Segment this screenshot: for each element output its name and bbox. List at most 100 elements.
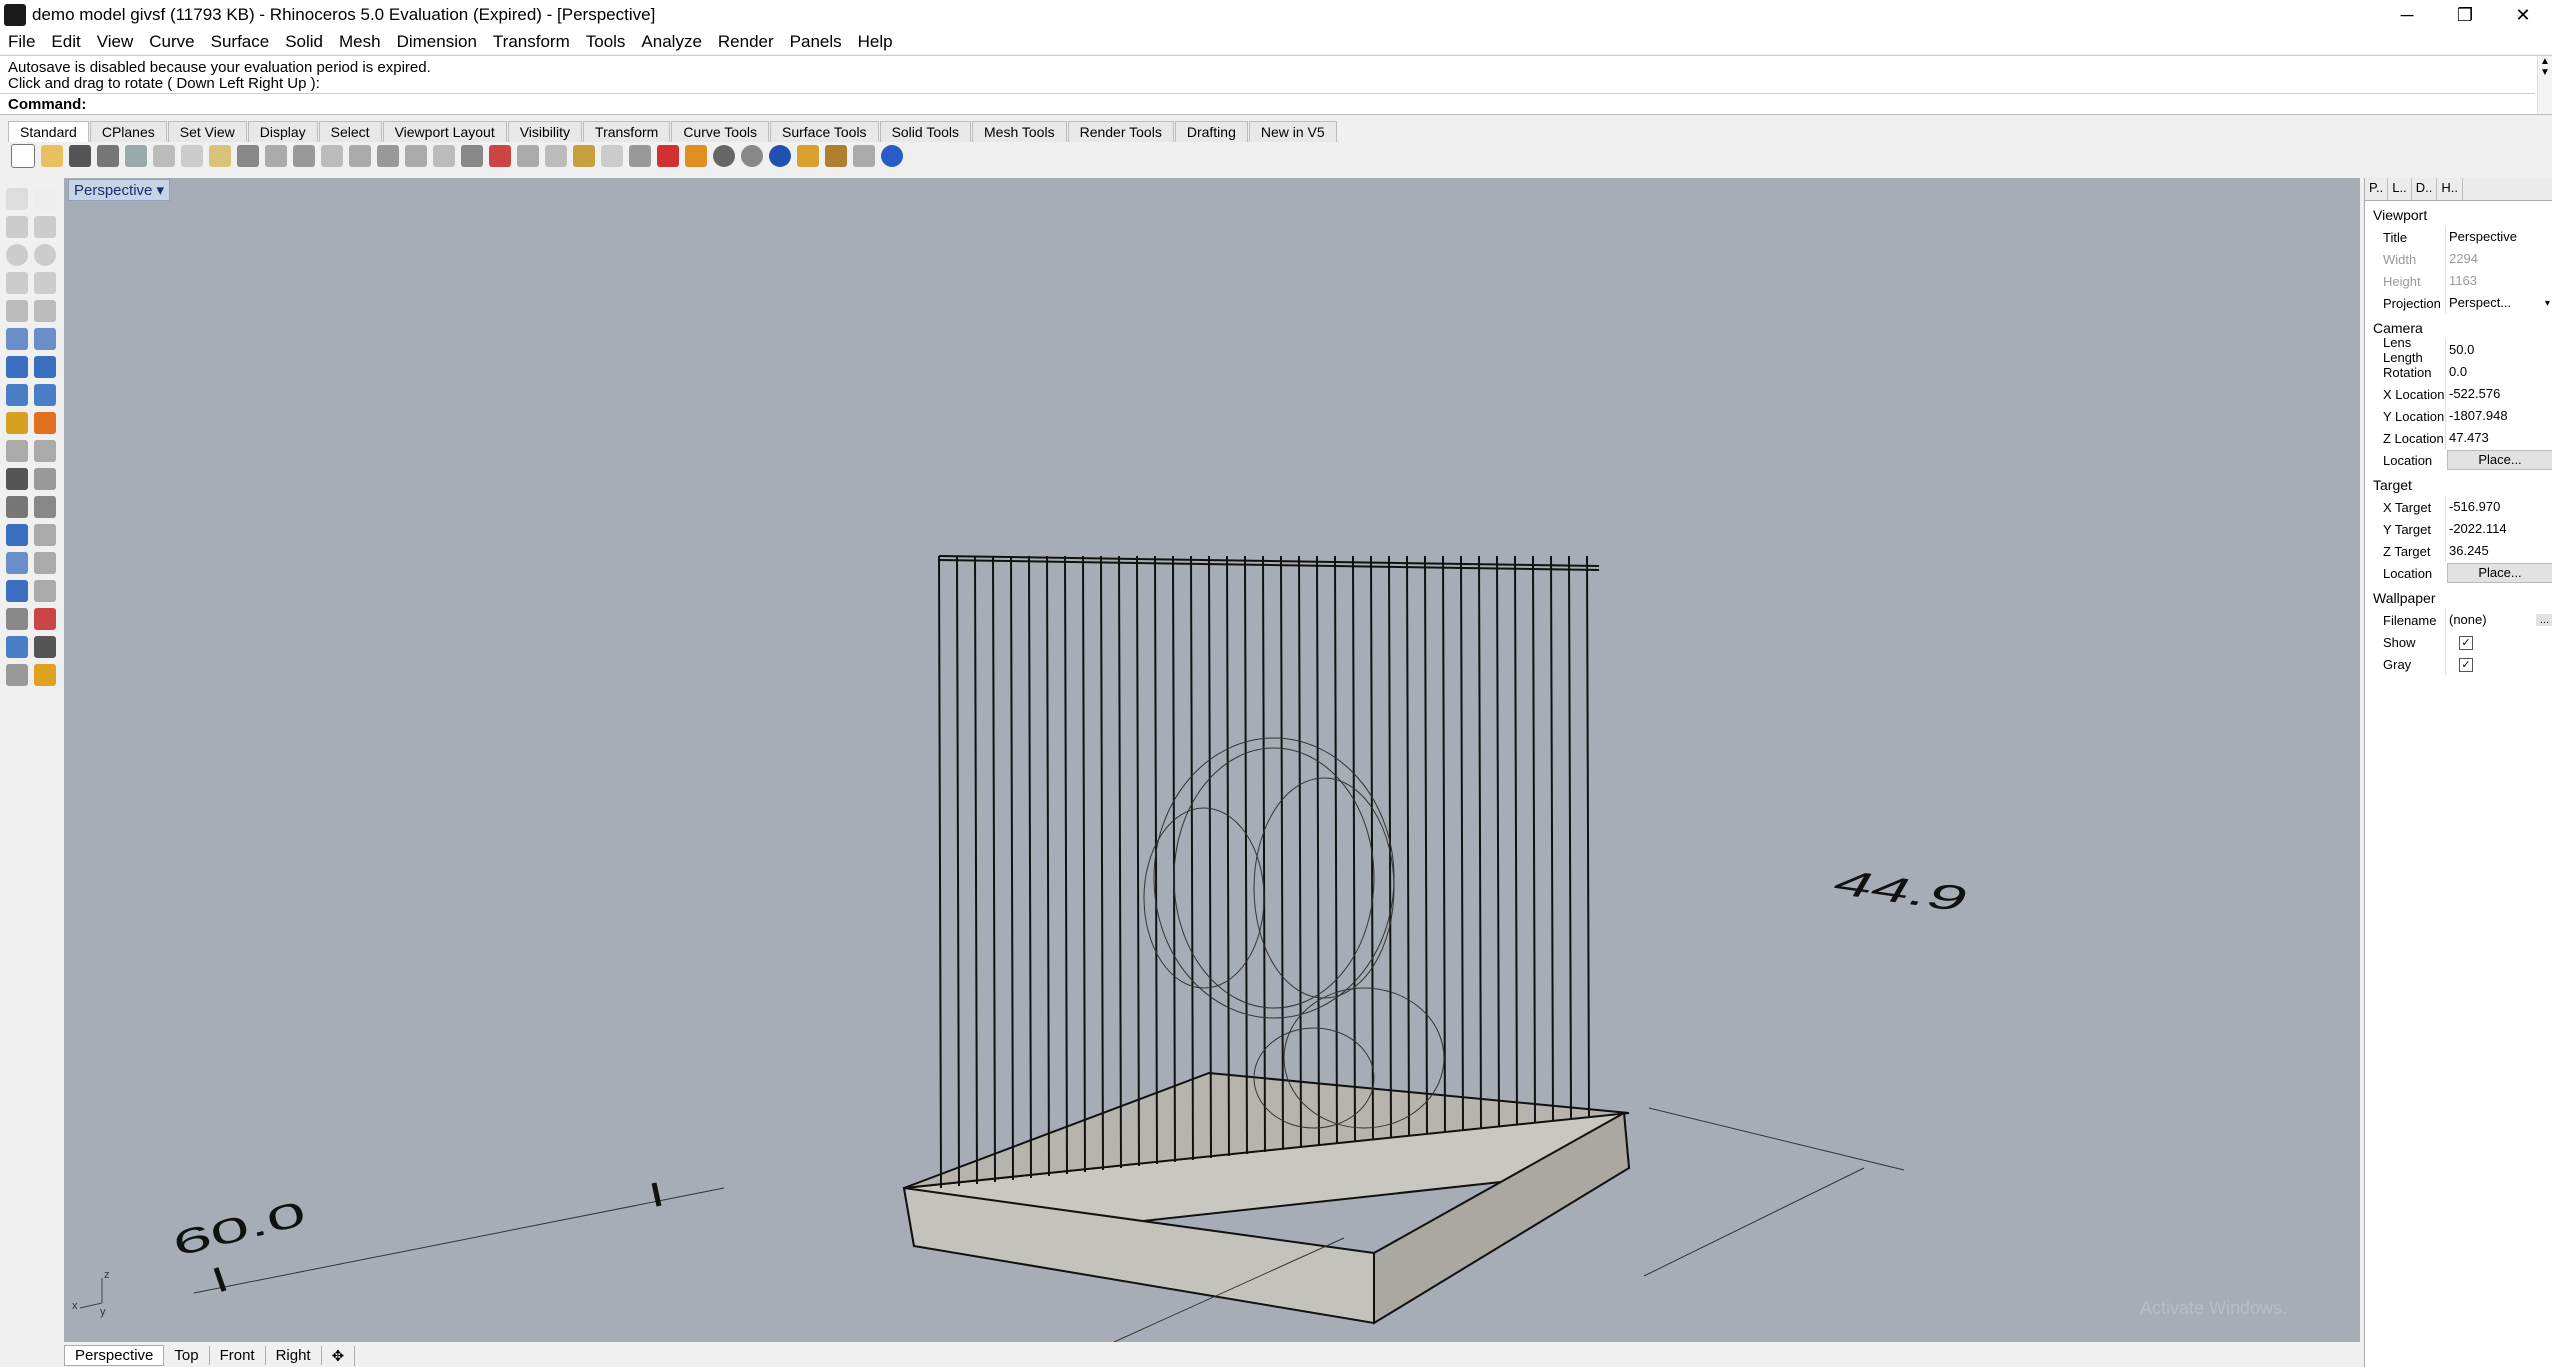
pan-icon[interactable] [265, 145, 287, 167]
menu-file[interactable]: File [0, 32, 43, 52]
polyline-icon[interactable] [6, 216, 28, 238]
properties-icon[interactable] [6, 636, 28, 658]
rotate-view-icon[interactable] [293, 145, 315, 167]
menu-panels[interactable]: Panels [782, 32, 850, 52]
select-all-icon[interactable] [573, 145, 595, 167]
ellipse-icon[interactable] [34, 244, 56, 266]
surface-icon[interactable] [6, 328, 28, 350]
tab-surface-tools[interactable]: Surface Tools [769, 121, 879, 142]
chevron-down-icon[interactable]: ▾ [2542, 298, 2552, 309]
render-tools-icon[interactable] [6, 664, 28, 686]
menu-solid[interactable]: Solid [277, 32, 331, 52]
shaded-sphere-icon[interactable] [713, 145, 735, 167]
menu-help[interactable]: Help [850, 32, 901, 52]
light-icon[interactable] [601, 145, 623, 167]
show-checkbox[interactable]: ✓ [2459, 636, 2473, 650]
save-icon[interactable] [69, 145, 91, 167]
new-file-icon[interactable] [11, 144, 35, 168]
tab-curve-tools[interactable]: Curve Tools [671, 121, 769, 142]
color-wheel-icon[interactable] [685, 145, 707, 167]
analyze-icon[interactable] [34, 608, 56, 630]
tab-cplanes[interactable]: CPlanes [89, 121, 167, 142]
browse-button[interactable]: ... [2535, 614, 2552, 626]
extrude-icon[interactable] [6, 384, 28, 406]
grid-array-icon[interactable] [6, 608, 28, 630]
open-file-icon[interactable] [41, 145, 63, 167]
tab-select[interactable]: Select [318, 121, 382, 142]
explode-icon[interactable] [34, 412, 56, 434]
block-icon[interactable] [6, 580, 28, 602]
cut-icon[interactable] [153, 145, 175, 167]
mesh-icon[interactable] [34, 384, 56, 406]
zoom-window-icon[interactable] [349, 145, 371, 167]
perspective-viewport[interactable]: Perspective ▾ 60.0 44.9 z x y [64, 178, 2360, 1342]
z-location-field[interactable]: 47.473 [2445, 427, 2552, 449]
rectangle-icon[interactable] [34, 272, 56, 294]
projection-dropdown[interactable]: Perspect... [2445, 292, 2542, 314]
render-icon[interactable] [769, 145, 791, 167]
tab-display[interactable]: Display [247, 121, 318, 142]
osnap-icon[interactable] [545, 145, 567, 167]
options-gear-icon[interactable] [825, 145, 847, 167]
move-icon[interactable] [34, 496, 56, 518]
scale-icon[interactable] [34, 524, 56, 546]
filename-field[interactable]: (none) [2445, 609, 2536, 631]
menu-edit[interactable]: Edit [43, 32, 88, 52]
menu-transform[interactable]: Transform [485, 32, 578, 52]
undo-icon[interactable] [237, 145, 259, 167]
close-button[interactable]: ✕ [2494, 0, 2552, 30]
tab-transform[interactable]: Transform [583, 121, 671, 142]
light-tools-icon[interactable] [34, 664, 56, 686]
tab-render-tools[interactable]: Render Tools [1067, 121, 1174, 142]
loft-icon[interactable] [34, 328, 56, 350]
add-viewport-icon[interactable]: ✥ [322, 1345, 356, 1366]
lock-icon[interactable] [629, 145, 651, 167]
boolean-union-icon[interactable] [6, 412, 28, 434]
grid-snap-icon[interactable] [517, 145, 539, 167]
rotation-field[interactable]: 0.0 [2445, 361, 2552, 383]
tab-set-view[interactable]: Set View [167, 121, 247, 142]
camera-place-button[interactable]: Place... [2447, 450, 2552, 470]
help-icon[interactable] [881, 145, 903, 167]
tab-layers[interactable]: L.. [2388, 178, 2412, 200]
menu-mesh[interactable]: Mesh [331, 32, 389, 52]
tab-top[interactable]: Top [164, 1346, 210, 1365]
arc-icon[interactable] [6, 300, 28, 322]
tab-help[interactable]: H.. [2437, 178, 2463, 200]
tab-front[interactable]: Front [210, 1346, 266, 1365]
zoom-extents-icon[interactable] [377, 145, 399, 167]
command-scrollbar[interactable]: ▲ ▼ [2537, 56, 2552, 114]
y-target-field[interactable]: -2022.114 [2445, 518, 2552, 540]
tab-properties[interactable]: P.. [2365, 178, 2389, 200]
copy-icon[interactable] [181, 145, 203, 167]
menu-surface[interactable]: Surface [203, 32, 278, 52]
filter-icon[interactable] [853, 145, 875, 167]
paste-icon[interactable] [209, 145, 231, 167]
tab-visibility[interactable]: Visibility [507, 121, 583, 142]
tab-viewport-layout[interactable]: Viewport Layout [382, 121, 507, 142]
gray-checkbox[interactable]: ✓ [2459, 658, 2473, 672]
sphere-icon[interactable] [34, 356, 56, 378]
tab-mesh-tools[interactable]: Mesh Tools [972, 121, 1067, 142]
undo-view-icon[interactable] [433, 145, 455, 167]
material-icon[interactable] [797, 145, 819, 167]
check-icon[interactable] [34, 636, 56, 658]
four-view-icon[interactable] [461, 145, 483, 167]
mirror-icon[interactable] [34, 552, 56, 574]
x-target-field[interactable]: -516.970 [2445, 496, 2552, 518]
box-icon[interactable] [6, 356, 28, 378]
rendered-sphere-icon[interactable] [741, 145, 763, 167]
menu-curve[interactable]: Curve [141, 32, 202, 52]
z-target-field[interactable]: 36.245 [2445, 540, 2552, 562]
set-cplane-icon[interactable] [489, 145, 511, 167]
fillet-curve-icon[interactable] [34, 300, 56, 322]
x-location-field[interactable]: -522.576 [2445, 383, 2552, 405]
zoom-selected-icon[interactable] [405, 145, 427, 167]
dimension-icon[interactable] [34, 580, 56, 602]
menu-view[interactable]: View [89, 32, 142, 52]
y-location-field[interactable]: -1807.948 [2445, 405, 2552, 427]
target-place-button[interactable]: Place... [2447, 563, 2552, 583]
tab-new-in-v5[interactable]: New in V5 [1248, 121, 1337, 142]
minimize-button[interactable]: ─ [2378, 0, 2436, 30]
title-field[interactable]: Perspective [2445, 226, 2552, 248]
